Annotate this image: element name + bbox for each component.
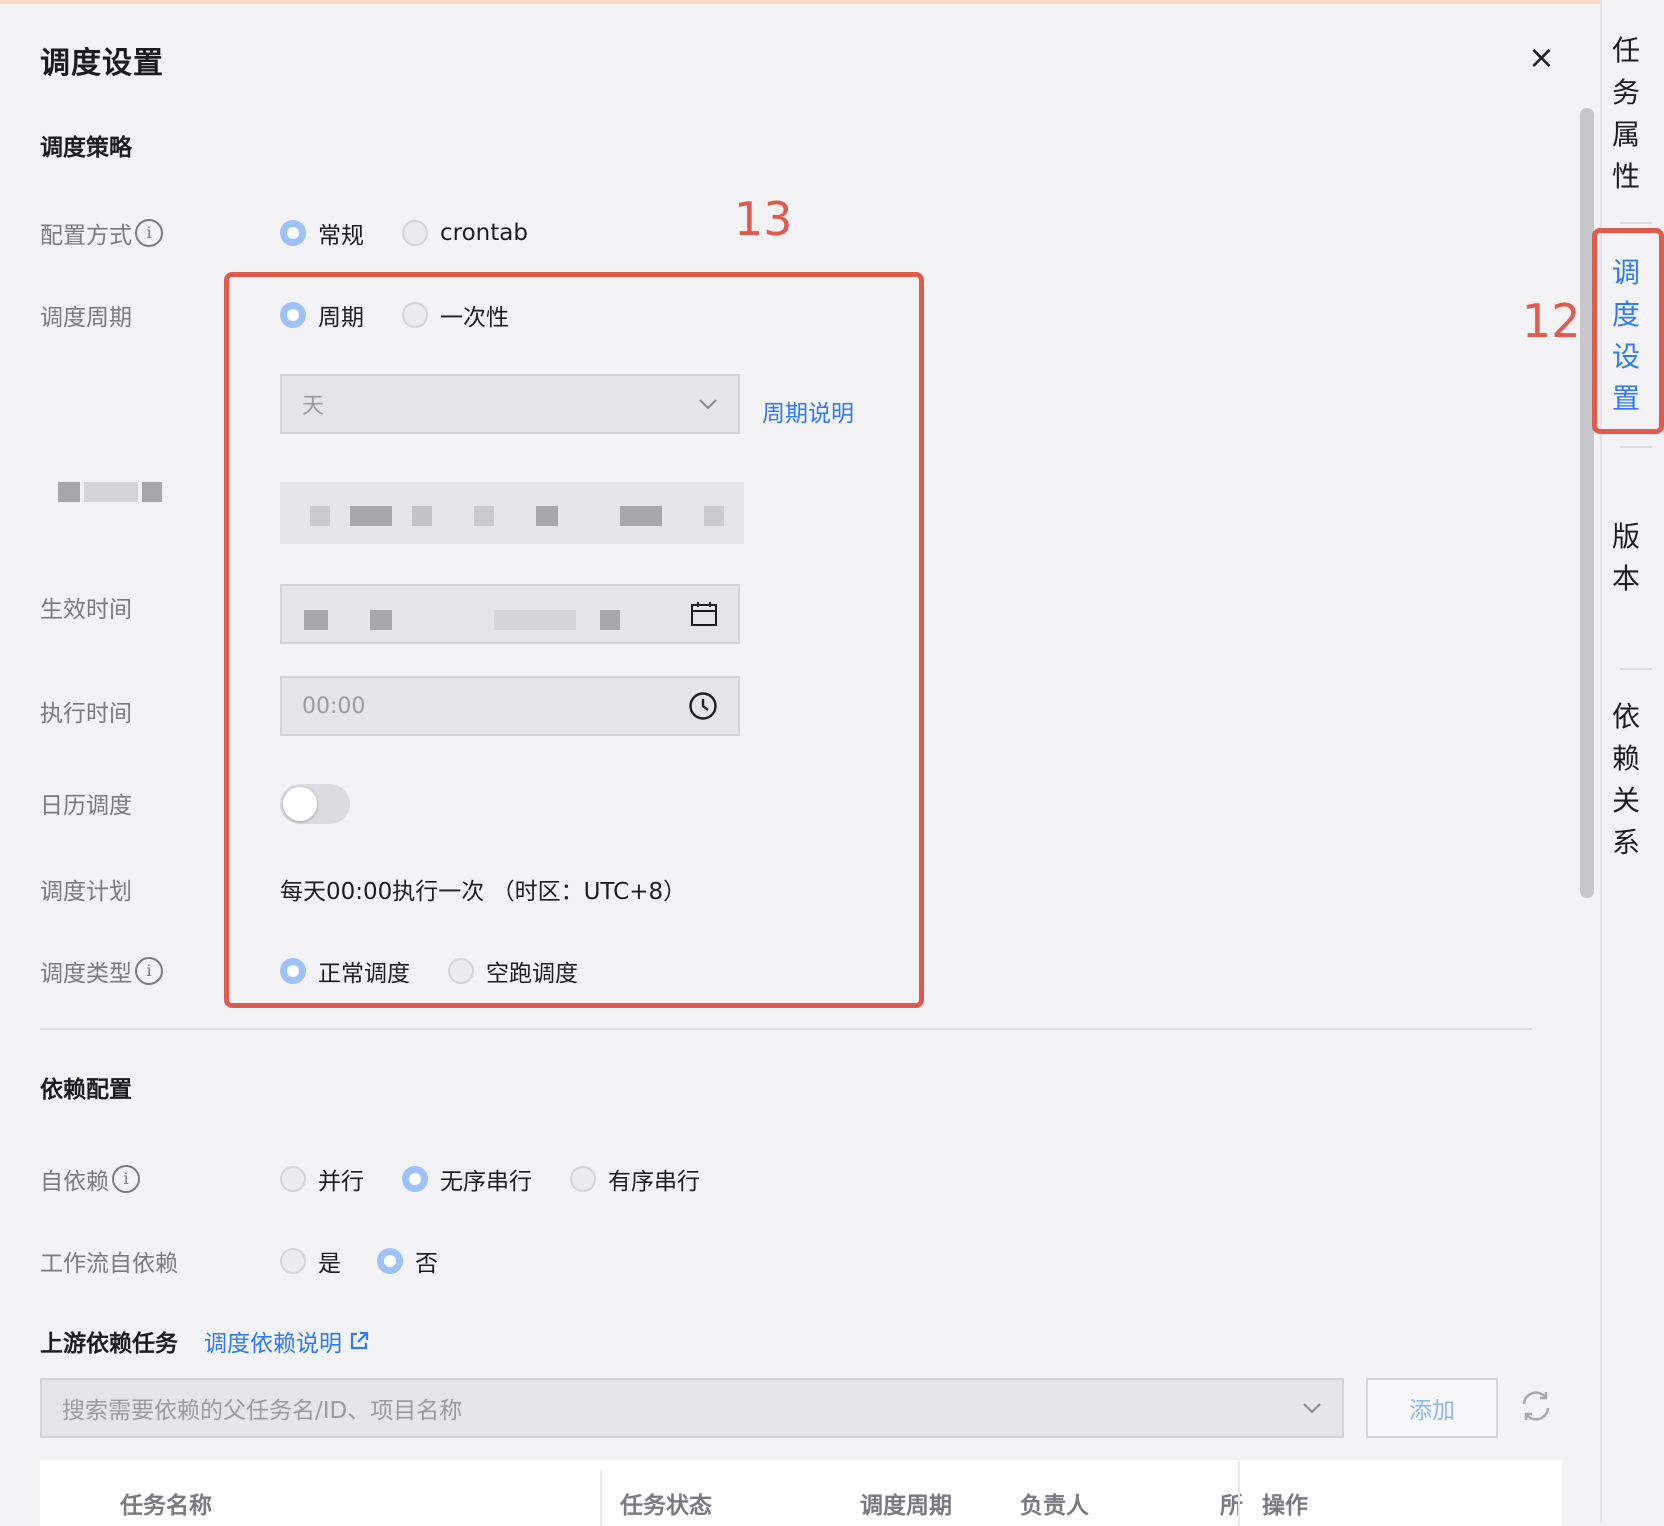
column-task-name: 任务名称 bbox=[120, 1493, 212, 1519]
annotation-box-13 bbox=[224, 272, 924, 1008]
refresh-icon[interactable] bbox=[1518, 1388, 1554, 1424]
radio-workflow-yes[interactable]: 是 bbox=[280, 1244, 341, 1278]
section-divider bbox=[40, 1028, 1532, 1030]
tab-version[interactable]: 版本 bbox=[1605, 516, 1647, 600]
radio-self-dep-unordered[interactable]: 无序串行 bbox=[402, 1162, 532, 1196]
column-owner: 负责人 bbox=[1020, 1493, 1089, 1519]
annotation-box-12 bbox=[1592, 228, 1664, 434]
column-cycle: 调度周期 bbox=[860, 1493, 952, 1519]
info-icon[interactable]: i bbox=[135, 219, 163, 247]
config-mode-label: 配置方式 i bbox=[40, 216, 163, 250]
blurred-label bbox=[84, 482, 138, 502]
blurred-label bbox=[58, 482, 80, 502]
annotation-label-12: 12 bbox=[1522, 294, 1581, 348]
type-label: 调度类型 i bbox=[40, 954, 163, 988]
tab-divider bbox=[1620, 222, 1652, 224]
info-icon[interactable]: i bbox=[135, 957, 163, 985]
dependency-help-link[interactable]: 调度依赖说明 bbox=[204, 1324, 370, 1358]
cycle-label: 调度周期 bbox=[40, 305, 132, 331]
column-actions: 操作 bbox=[1262, 1493, 1308, 1519]
column-task-status: 任务状态 bbox=[620, 1493, 712, 1519]
radio-checked-icon bbox=[402, 1166, 428, 1192]
section-dependency: 依赖配置 bbox=[40, 1077, 132, 1103]
upstream-search-input[interactable]: 搜索需要依赖的父任务名/ID、项目名称 bbox=[40, 1378, 1344, 1438]
radio-config-crontab[interactable]: crontab bbox=[402, 220, 528, 246]
tab-divider bbox=[1620, 446, 1652, 448]
close-icon[interactable]: × bbox=[1528, 38, 1555, 76]
radio-self-dep-ordered[interactable]: 有序串行 bbox=[570, 1162, 700, 1196]
page-title: 调度设置 bbox=[40, 46, 164, 81]
annotation-label-13: 13 bbox=[734, 192, 793, 246]
plan-label: 调度计划 bbox=[40, 879, 132, 905]
external-link-icon bbox=[350, 1331, 369, 1350]
info-icon[interactable]: i bbox=[112, 1165, 140, 1193]
effective-time-label: 生效时间 bbox=[40, 597, 132, 623]
radio-unchecked-icon bbox=[280, 1166, 306, 1192]
radio-unchecked-icon bbox=[570, 1166, 596, 1192]
radio-workflow-no[interactable]: 否 bbox=[377, 1244, 438, 1278]
self-dep-radios: 并行 无序串行 有序串行 bbox=[280, 1162, 700, 1196]
radio-unchecked-icon bbox=[402, 220, 428, 246]
self-dep-label: 自依赖 i bbox=[40, 1162, 140, 1196]
exec-time-label: 执行时间 bbox=[40, 701, 132, 727]
workflow-self-dep-radios: 是 否 bbox=[280, 1244, 438, 1278]
chevron-down-icon bbox=[1303, 1403, 1321, 1414]
tab-dependencies[interactable]: 依赖关系 bbox=[1605, 696, 1647, 864]
blurred-label bbox=[142, 482, 162, 502]
workflow-self-dep-label: 工作流自依赖 bbox=[40, 1251, 178, 1277]
config-mode-radios: 常规 crontab bbox=[280, 216, 528, 250]
column-divider bbox=[600, 1470, 602, 1526]
calendar-label: 日历调度 bbox=[40, 793, 132, 819]
radio-checked-icon bbox=[280, 220, 306, 246]
upstream-title: 上游依赖任务 bbox=[40, 1331, 178, 1357]
add-button[interactable]: 添加 bbox=[1366, 1378, 1498, 1438]
column-divider bbox=[1238, 1460, 1240, 1526]
tab-task-properties[interactable]: 任务属性 bbox=[1605, 30, 1647, 198]
radio-checked-icon bbox=[377, 1248, 403, 1274]
radio-self-dep-parallel[interactable]: 并行 bbox=[280, 1162, 364, 1196]
section-schedule-policy: 调度策略 bbox=[40, 135, 132, 161]
upstream-table-header: 任务名称 任务状态 调度周期 负责人 所 操作 bbox=[40, 1460, 1562, 1526]
tab-divider bbox=[1620, 668, 1652, 670]
radio-config-normal[interactable]: 常规 bbox=[280, 216, 364, 250]
scrollbar[interactable] bbox=[1580, 108, 1594, 898]
radio-unchecked-icon bbox=[280, 1248, 306, 1274]
